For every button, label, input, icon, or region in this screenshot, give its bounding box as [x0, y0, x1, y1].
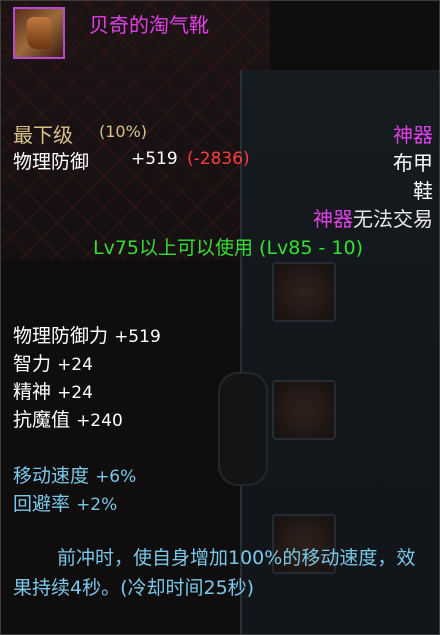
level-requirement: Lv75以上可以使用 (Lv85 - 10) [93, 237, 363, 259]
stat-value: +240 [76, 411, 123, 431]
stat-label: 抗魔值 [13, 409, 71, 431]
item-tooltip: 贝奇的淘气靴 最下级 (10%) 物理防御 +519 (-2836) 神器 布甲… [0, 0, 440, 635]
item-icon-frame [13, 7, 65, 59]
buff-row: 回避率 +2% [13, 489, 117, 516]
trade-text: 无法交易 [353, 207, 433, 231]
buff-label: 回避率 [13, 493, 71, 515]
phys-def-value: +519 [131, 149, 178, 169]
trade-rarity: 神器 [313, 207, 353, 231]
buff-value: +2% [76, 495, 118, 515]
grade-percent: (10%) [99, 122, 148, 141]
stat-row: 智力 +24 [13, 349, 93, 376]
stat-label: 精神 [13, 381, 52, 403]
item-name: 贝奇的淘气靴 [89, 13, 209, 37]
stat-label: 智力 [13, 353, 52, 375]
stat-value: +24 [57, 383, 93, 403]
buff-value: +6% [95, 467, 137, 487]
boot-icon [27, 17, 51, 49]
stat-value: +519 [114, 327, 161, 347]
stat-row: 抗魔值 +240 [13, 405, 123, 432]
armor-type: 布甲 [393, 151, 433, 175]
stat-label: 物理防御力 [13, 325, 109, 347]
slot-type: 鞋 [413, 179, 433, 203]
item-rarity: 神器 [393, 123, 433, 147]
phys-def-diff: (-2836) [187, 149, 250, 169]
buff-label: 移动速度 [13, 465, 90, 487]
stat-value: +24 [57, 355, 93, 375]
grade-label: 最下级 [13, 123, 73, 147]
trade-restriction: 神器无法交易 [313, 203, 433, 232]
stat-row: 精神 +24 [13, 377, 93, 404]
phys-def-label: 物理防御 [13, 151, 90, 173]
buff-row: 移动速度 +6% [13, 461, 136, 488]
skill-description: 前冲时，使自身增加100%的移动速度，效果持续4秒。(冷却时间25秒) [13, 547, 416, 599]
stat-row: 物理防御力 +519 [13, 321, 161, 348]
